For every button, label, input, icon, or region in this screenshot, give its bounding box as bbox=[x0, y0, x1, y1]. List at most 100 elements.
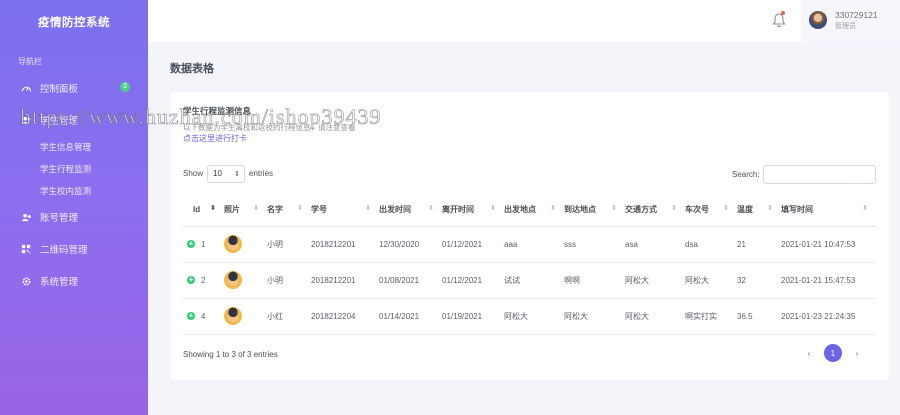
cell-depart-place: aaa bbox=[504, 226, 564, 263]
sidebar-subitem-campus-monitor[interactable]: 学生校内监测 bbox=[40, 185, 91, 197]
sidebar-item-label: 系统管理 bbox=[40, 277, 79, 288]
cell-temp: 36.5 bbox=[737, 298, 781, 335]
page-length-select[interactable]: 10 ⇕ bbox=[207, 165, 245, 183]
qrcode-icon bbox=[20, 243, 32, 255]
cell-transport: 阿松大 bbox=[625, 298, 685, 335]
user-menu[interactable]: 330729121 管理员 bbox=[801, 0, 900, 42]
cell-leave-time: 01/12/2021 bbox=[442, 262, 504, 299]
search-input[interactable] bbox=[763, 165, 876, 184]
search-label: Search: bbox=[732, 170, 760, 179]
cell-filled-at: 2021-01-23 21:24:35 bbox=[781, 298, 876, 335]
cell-train-no: 阿松大 bbox=[685, 262, 737, 299]
sort-icon: ⬍ bbox=[428, 205, 434, 212]
card-title: 学生行程监测信息 bbox=[183, 106, 252, 116]
top-header: 330729121 管理员 bbox=[148, 0, 900, 42]
expand-row-icon[interactable]: + bbox=[187, 276, 195, 285]
sidebar-item-students[interactable]: 学生管理 bbox=[0, 109, 148, 131]
data-table: Id ⬍ 照片 ⬍ 名字 ⬍ 学号 ⬍ 出发时间 ⬍ 离开时间 ⬍ 出发地点 ⬍ 到达地点 ⬍ … bbox=[183, 194, 876, 335]
cell-student-no: 2018212204 bbox=[311, 298, 379, 335]
cell-depart-time: 12/30/2020 bbox=[379, 226, 442, 263]
cell-id: 4 bbox=[201, 311, 206, 321]
cell-depart-time: 01/08/2021 bbox=[379, 262, 442, 299]
column-header[interactable]: Id ⬍ bbox=[183, 194, 224, 227]
cell-train-no: dsa bbox=[685, 226, 737, 263]
sidebar: 疫情防控系统 导航栏 控制面板 3 学生管理 学生信息管理 学生行程监测 学生校… bbox=[0, 0, 148, 415]
table-header-row: Id ⬍ 照片 ⬍ 名字 ⬍ 学号 ⬍ 出发时间 ⬍ 离开时间 ⬍ 出发地点 ⬍ 到达地点 ⬍ … bbox=[183, 194, 876, 227]
column-header[interactable]: 出发时间 ⬍ bbox=[379, 194, 442, 227]
pagination: ‹ 1 › bbox=[800, 344, 866, 362]
column-header[interactable]: 填写时间 ⬍ bbox=[781, 194, 876, 227]
sidebar-item-accounts[interactable]: 账号管理 bbox=[0, 206, 148, 228]
sidebar-item-dashboard[interactable]: 控制面板 3 bbox=[0, 77, 148, 99]
sort-icon: ⬍ bbox=[671, 205, 677, 212]
table-info: Showing 1 to 3 of 3 entries bbox=[183, 350, 278, 359]
student-photo bbox=[224, 271, 242, 289]
column-header[interactable]: 名字 ⬍ bbox=[267, 194, 311, 227]
cell-name: 小明 bbox=[267, 226, 311, 263]
cell-leave-time: 01/12/2021 bbox=[442, 226, 504, 263]
student-photo bbox=[224, 307, 242, 325]
checkin-link[interactable]: 点击这里进行打卡 bbox=[183, 133, 247, 144]
cell-temp: 32 bbox=[737, 262, 781, 299]
settings-icon bbox=[20, 275, 32, 287]
expand-row-icon[interactable]: + bbox=[187, 240, 195, 249]
brand-title: 疫情防控系统 bbox=[38, 17, 110, 29]
sort-icon: ⬍ bbox=[490, 205, 496, 212]
cell-arrive-place: 阿松大 bbox=[564, 298, 625, 335]
user-name: 330729121 bbox=[835, 10, 878, 20]
cell-depart-place: 阿松大 bbox=[504, 298, 564, 335]
sidebar-item-label: 账号管理 bbox=[40, 213, 79, 224]
column-header[interactable]: 交通方式 ⬍ bbox=[625, 194, 685, 227]
column-header[interactable]: 离开时间 ⬍ bbox=[442, 194, 504, 227]
cell-leave-time: 01/19/2021 bbox=[442, 298, 504, 335]
avatar bbox=[809, 11, 827, 29]
column-header[interactable]: 车次号 ⬍ bbox=[685, 194, 737, 227]
cell-transport: asa bbox=[625, 226, 685, 263]
sort-icon: ⬍ bbox=[767, 205, 773, 212]
user-role: 管理员 bbox=[835, 23, 856, 30]
sort-icon: ⬍ bbox=[365, 205, 371, 212]
next-page-button[interactable]: › bbox=[848, 344, 866, 362]
sort-icon: ⬍ bbox=[862, 205, 868, 212]
sidebar-item-label: 学生管理 bbox=[40, 116, 79, 127]
expand-row-icon[interactable]: + bbox=[187, 312, 195, 321]
page-title: 数据表格 bbox=[170, 63, 214, 75]
sidebar-subitem-trip-monitor[interactable]: 学生行程监测 bbox=[40, 163, 91, 175]
cell-transport: 阿松大 bbox=[625, 262, 685, 299]
column-header[interactable]: 温度 ⬍ bbox=[737, 194, 781, 227]
column-header[interactable]: 出发地点 ⬍ bbox=[504, 194, 564, 227]
notification-badge: 3 bbox=[120, 82, 130, 92]
table-row: +2 小明 2018212201 01/08/2021 01/12/2021 试… bbox=[183, 262, 876, 299]
entries-label: entries bbox=[249, 169, 274, 178]
sidebar-subitem-student-info[interactable]: 学生信息管理 bbox=[40, 141, 91, 153]
column-header[interactable]: 照片 ⬍ bbox=[224, 194, 267, 227]
cell-arrive-place: sss bbox=[564, 226, 625, 263]
sort-icon: ⬍ bbox=[550, 205, 556, 212]
column-header[interactable]: 学号 ⬍ bbox=[311, 194, 379, 227]
sort-icon: ⬍ bbox=[253, 205, 259, 212]
sidebar-item-qrcodes[interactable]: 二维码管理 bbox=[0, 238, 148, 260]
nav-caption: 导航栏 bbox=[18, 57, 42, 66]
cell-student-no: 2018212201 bbox=[311, 226, 379, 263]
column-header[interactable]: 到达地点 ⬍ bbox=[564, 194, 625, 227]
page-length-value: 10 bbox=[213, 169, 222, 178]
page-button-current[interactable]: 1 bbox=[824, 344, 842, 362]
sort-icon: ⬍ bbox=[611, 205, 617, 212]
table-row: +1 小明 2018212201 12/30/2020 01/12/2021 a… bbox=[183, 226, 876, 263]
sort-desc-icon: ⬍ bbox=[210, 205, 216, 212]
sidebar-item-label: 控制面板 bbox=[40, 84, 79, 95]
cell-name: 小红 bbox=[267, 298, 311, 335]
account-icon bbox=[20, 211, 32, 223]
cell-id: 2 bbox=[201, 275, 206, 285]
cell-temp: 21 bbox=[737, 226, 781, 263]
updown-caret-icon: ⇕ bbox=[234, 171, 240, 178]
cell-filled-at: 2021-01-21 10:47:53 bbox=[781, 226, 876, 263]
cell-depart-place: 试试 bbox=[504, 262, 564, 299]
sidebar-item-system[interactable]: 系统管理 bbox=[0, 270, 148, 292]
sidebar-item-label: 二维码管理 bbox=[40, 245, 88, 256]
cell-arrive-place: 啊啊 bbox=[564, 262, 625, 299]
cell-filled-at: 2021-01-21 15:47:53 bbox=[781, 262, 876, 299]
student-photo bbox=[224, 235, 242, 253]
cell-id: 1 bbox=[201, 239, 206, 249]
prev-page-button[interactable]: ‹ bbox=[800, 344, 818, 362]
